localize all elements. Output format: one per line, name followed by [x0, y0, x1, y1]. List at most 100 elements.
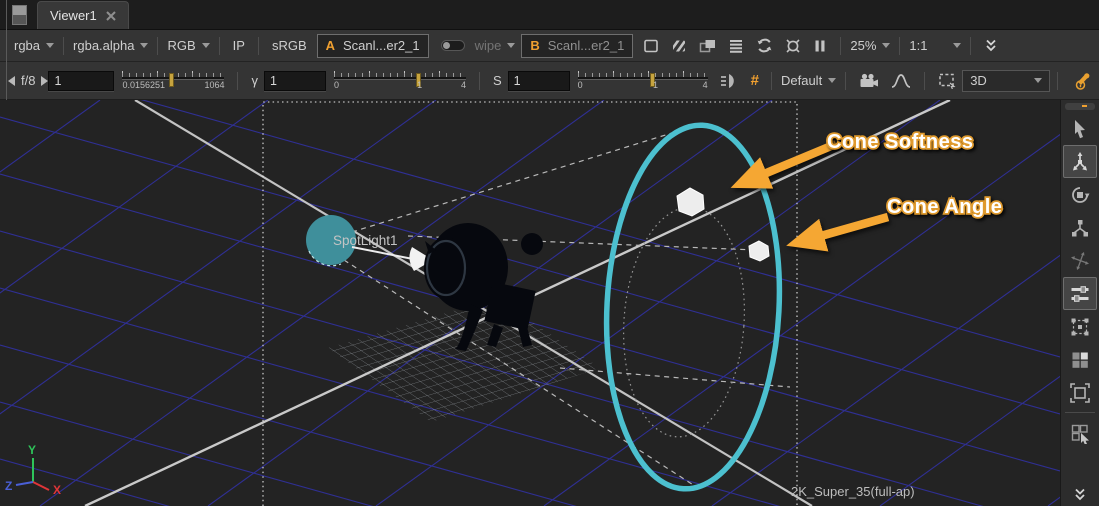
gamma-label: γ	[251, 73, 258, 88]
tab-viewer1[interactable]: Viewer1	[37, 1, 129, 29]
tool-scale-hierarchy[interactable]	[1063, 211, 1097, 244]
panel-menu-icon[interactable]	[12, 5, 27, 25]
pixel-aspect-dropdown[interactable]: 1:1	[907, 38, 963, 53]
lighting-mode-dropdown[interactable]: Default	[779, 73, 838, 88]
tool-multi-slider[interactable]	[1063, 277, 1097, 310]
input-a-selector[interactable]: A Scanl...er2_1	[317, 34, 429, 58]
gain-slider[interactable]: 0.0156251 1064	[122, 71, 224, 97]
eyedropper-info-icon	[1070, 71, 1092, 91]
close-icon[interactable]	[106, 11, 116, 21]
stripes-icon	[670, 38, 688, 54]
frame-brackets-icon	[1069, 382, 1091, 404]
curve-icon	[890, 73, 912, 89]
cone-softness-annotation: Cone Softness	[827, 131, 974, 153]
headlamp-button[interactable]	[714, 72, 746, 90]
display-mode-dropdown[interactable]: RGB	[165, 38, 211, 53]
headlight-icon	[719, 72, 741, 90]
lock-camera-button[interactable]	[853, 73, 885, 89]
gain-input[interactable]	[48, 71, 114, 91]
refresh-icon	[755, 37, 774, 54]
grid-snap-button[interactable]: #	[746, 72, 764, 89]
tool-rotate[interactable]	[1063, 178, 1097, 211]
tool-free-transform[interactable]	[1063, 244, 1097, 277]
handles-box-icon	[1069, 316, 1091, 338]
rotate-icon	[1069, 184, 1091, 206]
gain-scale-max: 1064	[204, 80, 224, 90]
next-aperture-button[interactable]	[41, 76, 48, 86]
input-b-selector[interactable]: B Scanl...er2_1	[521, 34, 633, 58]
pause-button[interactable]	[807, 38, 833, 54]
tab-bar: Viewer1	[0, 0, 1099, 30]
input-process-button[interactable]: IP	[233, 38, 245, 53]
tool-layout-grid[interactable]	[1063, 343, 1097, 376]
roi-button[interactable]	[637, 38, 665, 54]
region-icon	[642, 38, 660, 54]
update-region-button[interactable]	[779, 38, 807, 54]
separator	[219, 37, 220, 55]
sidebar-handle[interactable]	[1065, 103, 1095, 110]
separator	[924, 72, 925, 90]
view-mode-dropdown[interactable]: 3D	[962, 70, 1050, 92]
tool-translate[interactable]	[1063, 145, 1097, 178]
input-b-node: Scanl...er2_1	[548, 38, 625, 53]
saturation-label: S	[493, 73, 502, 88]
overlay-button[interactable]	[693, 38, 722, 54]
saturation-input[interactable]	[508, 71, 570, 91]
double-chevron-down-icon	[1072, 487, 1088, 502]
grid-cursor-icon	[1069, 422, 1091, 444]
separator	[970, 37, 971, 55]
separator	[771, 72, 772, 90]
translate-icon	[1069, 151, 1091, 173]
y-axis-label: Y	[28, 443, 36, 457]
toolbar-overflow-button[interactable]	[978, 38, 1004, 53]
prev-aperture-button[interactable]	[8, 76, 15, 86]
aperture-icon	[784, 38, 802, 54]
overlap-squares-icon	[698, 38, 717, 54]
input-a-node: Scanl...er2_1	[343, 38, 420, 53]
separator	[840, 37, 841, 55]
gamma-slider[interactable]: 0 1 4	[334, 71, 466, 97]
tool-select[interactable]	[1063, 112, 1097, 145]
tool-marquee-handles[interactable]	[1063, 310, 1097, 343]
z-axis-label: Z	[5, 479, 12, 493]
sidebar-overflow-button[interactable]	[1063, 482, 1097, 506]
chevron-down-icon	[828, 78, 836, 83]
chevron-down-icon	[1034, 78, 1042, 83]
field-lines-button[interactable]	[722, 38, 750, 54]
zoom-dropdown[interactable]: 25%	[848, 38, 892, 53]
saturation-slider[interactable]: 0 1 4	[578, 71, 708, 97]
separator	[899, 37, 900, 55]
separator	[845, 72, 846, 90]
spotlight-label: SpotLight1	[333, 233, 398, 248]
sample-info-button[interactable]	[1065, 71, 1097, 91]
aperture-label: f/8	[21, 73, 35, 88]
refresh-button[interactable]	[750, 37, 779, 54]
tab-title: Viewer1	[50, 8, 97, 23]
crossed-arrows-icon	[1069, 250, 1091, 272]
colorspace-button[interactable]: sRGB	[272, 38, 307, 53]
marquee-icon	[937, 72, 957, 89]
lines-icon	[727, 38, 745, 54]
3d-viewport[interactable]: 0 1 SpotLight1	[0, 100, 1060, 506]
camera-icon	[858, 73, 880, 89]
checkerboard-button[interactable]	[665, 38, 693, 54]
wipe-dropdown[interactable]: wipe	[473, 38, 518, 53]
wipe-toggle[interactable]	[441, 40, 465, 51]
chevron-down-icon	[882, 43, 890, 48]
viewer-3d-toolbar: f/8 0.0156251 1064 γ 0 1 4 S	[0, 62, 1099, 100]
pause-icon	[812, 38, 828, 54]
viewer-toolbar: rgba rgba.alpha RGB IP sRGB A Scanl...er…	[0, 30, 1099, 62]
gamma-input[interactable]	[264, 71, 326, 91]
alpha-layer-dropdown[interactable]: rgba.alpha	[71, 38, 150, 53]
chevron-down-icon	[202, 43, 210, 48]
lookup-curve-button[interactable]	[885, 73, 917, 89]
tool-grid-select[interactable]	[1063, 416, 1097, 449]
tool-frame-selection[interactable]	[1063, 376, 1097, 409]
sliders-icon	[1069, 283, 1091, 305]
selection-mode-button[interactable]	[932, 72, 962, 89]
panel-splitter[interactable]	[6, 0, 7, 100]
layer-dropdown[interactable]: rgba	[12, 38, 56, 53]
cursor-icon	[1069, 118, 1091, 140]
chevron-down-icon	[953, 43, 961, 48]
input-a-label: A	[326, 38, 335, 53]
